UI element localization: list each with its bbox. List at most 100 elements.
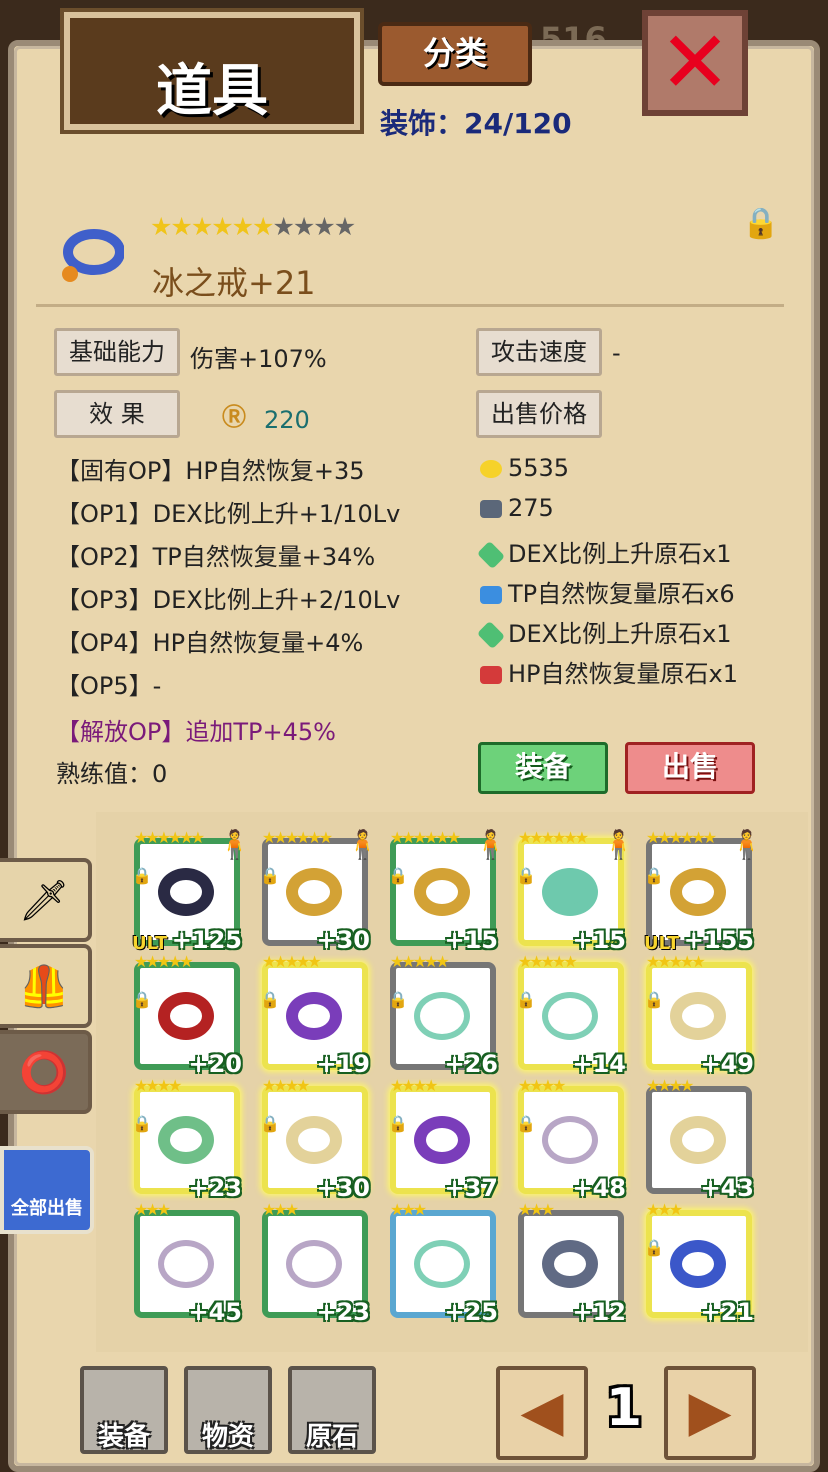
item-slot[interactable]: ★★★ +25 — [390, 1200, 498, 1326]
ring-icon — [286, 992, 342, 1040]
item-slot[interactable]: ★★★★★ 🔒 +49 — [644, 952, 754, 1078]
necklace-icon — [414, 992, 470, 1040]
orb-icon — [542, 868, 598, 916]
title-panel: 道具 — [64, 12, 360, 130]
sell-stone-1: DEX比例上升原石x1 — [476, 534, 732, 570]
lock-icon[interactable]: 🔒 — [742, 206, 779, 241]
sell-stone-2: TP自然恢复量原石x6 — [480, 574, 735, 609]
item-slot[interactable]: ★★★★★ 🔒 +26 — [388, 952, 498, 1078]
dex-stone-icon — [476, 540, 506, 570]
item-slot[interactable]: ★★★★★ 🔒 +19 — [260, 952, 370, 1078]
item-slot[interactable]: ★★★ +45 — [134, 1200, 242, 1326]
item-name: 冰之戒+21 — [152, 264, 316, 302]
lock-icon: 🔒 — [516, 1114, 536, 1133]
ring-icon — [158, 1116, 214, 1164]
proficiency: 熟练值：0 — [56, 760, 168, 788]
ring-icon — [158, 868, 214, 916]
close-icon: ✕ — [658, 13, 732, 113]
tab-accessories[interactable]: ⭕ — [0, 1030, 92, 1114]
close-button[interactable]: ✕ — [642, 10, 748, 116]
ring-icon — [670, 868, 726, 916]
item-stars: ★★★★★★★★★★ — [150, 212, 356, 241]
lock-icon: 🔒 — [132, 866, 152, 885]
item-slot[interactable]: ★★★★ 🔒 +23 — [132, 1076, 242, 1202]
sell-button[interactable]: 出售 — [625, 742, 755, 794]
necklace-icon — [542, 992, 598, 1040]
lock-icon: 🔒 — [644, 1238, 664, 1257]
base-ability-label: 基础能力 — [54, 328, 180, 376]
item-slot[interactable]: ★★★★★★ 🔒 🧍 +15 — [388, 828, 508, 954]
lock-icon: 🔒 — [132, 990, 152, 1009]
option-intrinsic: 【固有OP】HP自然恢复+35 — [56, 457, 365, 485]
ankh-icon — [286, 1240, 342, 1288]
sell-stone-4: HP自然恢复量原石x1 — [480, 654, 738, 689]
hp-stone-icon — [480, 666, 502, 684]
attack-speed-value: - — [612, 339, 621, 367]
lock-icon: 🔒 — [388, 990, 408, 1009]
item-slot[interactable]: ★★★★★★ 🔒 🧍 +30 — [260, 828, 380, 954]
item-slot[interactable]: ★★★★ +43 — [646, 1076, 754, 1202]
arrow-left-icon: ◀ — [520, 1379, 564, 1444]
sell-price-label: 出售价格 — [476, 390, 602, 438]
effect-label: 效 果 — [54, 390, 180, 438]
page-title: 道具 — [156, 59, 268, 124]
tp-stone-icon — [480, 586, 502, 604]
tab-armor[interactable]: 🦺 — [0, 944, 92, 1028]
lock-icon: 🔒 — [260, 866, 280, 885]
item-slot[interactable]: ★★★★ 🔒 +30 — [260, 1076, 370, 1202]
arrow-right-icon: ▶ — [688, 1379, 732, 1444]
release-option: 【解放OP】追加TP+45% — [56, 718, 336, 746]
prev-page-button[interactable]: ◀ — [496, 1366, 588, 1460]
item-slot[interactable]: ★★★ +23 — [262, 1200, 370, 1326]
equip-button[interactable]: 装备 — [478, 742, 608, 794]
accessory-icon: ⭕ — [19, 1049, 69, 1096]
option-1: 【OP1】DEX比例上升+1/10Lv — [56, 500, 401, 528]
sell-stone-3: DEX比例上升原石x1 — [476, 614, 732, 650]
ring-icon — [286, 868, 342, 916]
ring-icon — [158, 992, 214, 1040]
lock-icon: 🔒 — [260, 1114, 280, 1133]
ore-icon — [480, 500, 502, 518]
option-3: 【OP3】DEX比例上升+2/10Lv — [56, 586, 401, 614]
bottom-ore-button[interactable]: 原石 — [288, 1366, 376, 1454]
ring-icon — [542, 1240, 598, 1288]
bottom-equip-button[interactable]: 装备 — [80, 1366, 168, 1454]
ankh-icon — [542, 1116, 598, 1164]
item-slot[interactable]: ★★★★ 🔒 +48 — [516, 1076, 626, 1202]
lock-icon: 🔒 — [516, 866, 536, 885]
armor-icon: 🦺 — [19, 963, 69, 1010]
dex-stone-icon — [476, 620, 506, 650]
base-ability-value: 伤害+107% — [190, 345, 327, 373]
item-ring-icon — [62, 229, 124, 282]
sell-gold: 5535 — [480, 454, 569, 482]
attack-speed-label: 攻击速度 — [476, 328, 602, 376]
sword-icon: 🗡 — [18, 877, 70, 924]
ring-icon — [286, 1116, 342, 1164]
page-number: 1 — [605, 1378, 643, 1438]
character-icon: 🧍 — [217, 828, 252, 861]
sell-all-button[interactable]: 全部出售 — [0, 1146, 94, 1234]
ring-icon — [414, 868, 470, 916]
item-slot[interactable]: ★★★★★★ 🔒 🧍 +15 — [516, 828, 636, 954]
item-slot[interactable]: ★★★★★★ 🔒 🧍 ULT +155 — [644, 828, 764, 954]
tab-weapons[interactable]: 🗡 — [0, 858, 92, 942]
necklace-icon — [414, 1240, 470, 1288]
item-slot[interactable]: ★★★★★ 🔒 +14 — [516, 952, 626, 1078]
item-slot[interactable]: ★★★★ 🔒 +37 — [388, 1076, 498, 1202]
item-slot[interactable]: ★★★★★★ 🔒 🧍 ULT +125 — [132, 828, 252, 954]
ring-icon — [414, 1116, 470, 1164]
lock-icon: 🔒 — [388, 866, 408, 885]
bottom-materials-button[interactable]: 物资 — [184, 1366, 272, 1454]
lock-icon: 🔒 — [388, 1114, 408, 1133]
option-4: 【OP4】HP自然恢复量+4% — [56, 629, 364, 657]
item-slot[interactable]: ★★★★★ 🔒 +20 — [132, 952, 242, 1078]
character-icon: 🧍 — [729, 828, 764, 861]
rank-value: 220 — [264, 406, 310, 434]
item-slot[interactable]: ★★★ +12 — [518, 1200, 626, 1326]
character-icon: 🧍 — [601, 828, 636, 861]
ring-icon — [670, 1240, 726, 1288]
next-page-button[interactable]: ▶ — [664, 1366, 756, 1460]
category-button[interactable]: 分类 — [378, 22, 532, 86]
lock-icon: 🔒 — [132, 1114, 152, 1133]
item-slot-selected[interactable]: ★★★ 🔒 +21 — [644, 1200, 754, 1326]
